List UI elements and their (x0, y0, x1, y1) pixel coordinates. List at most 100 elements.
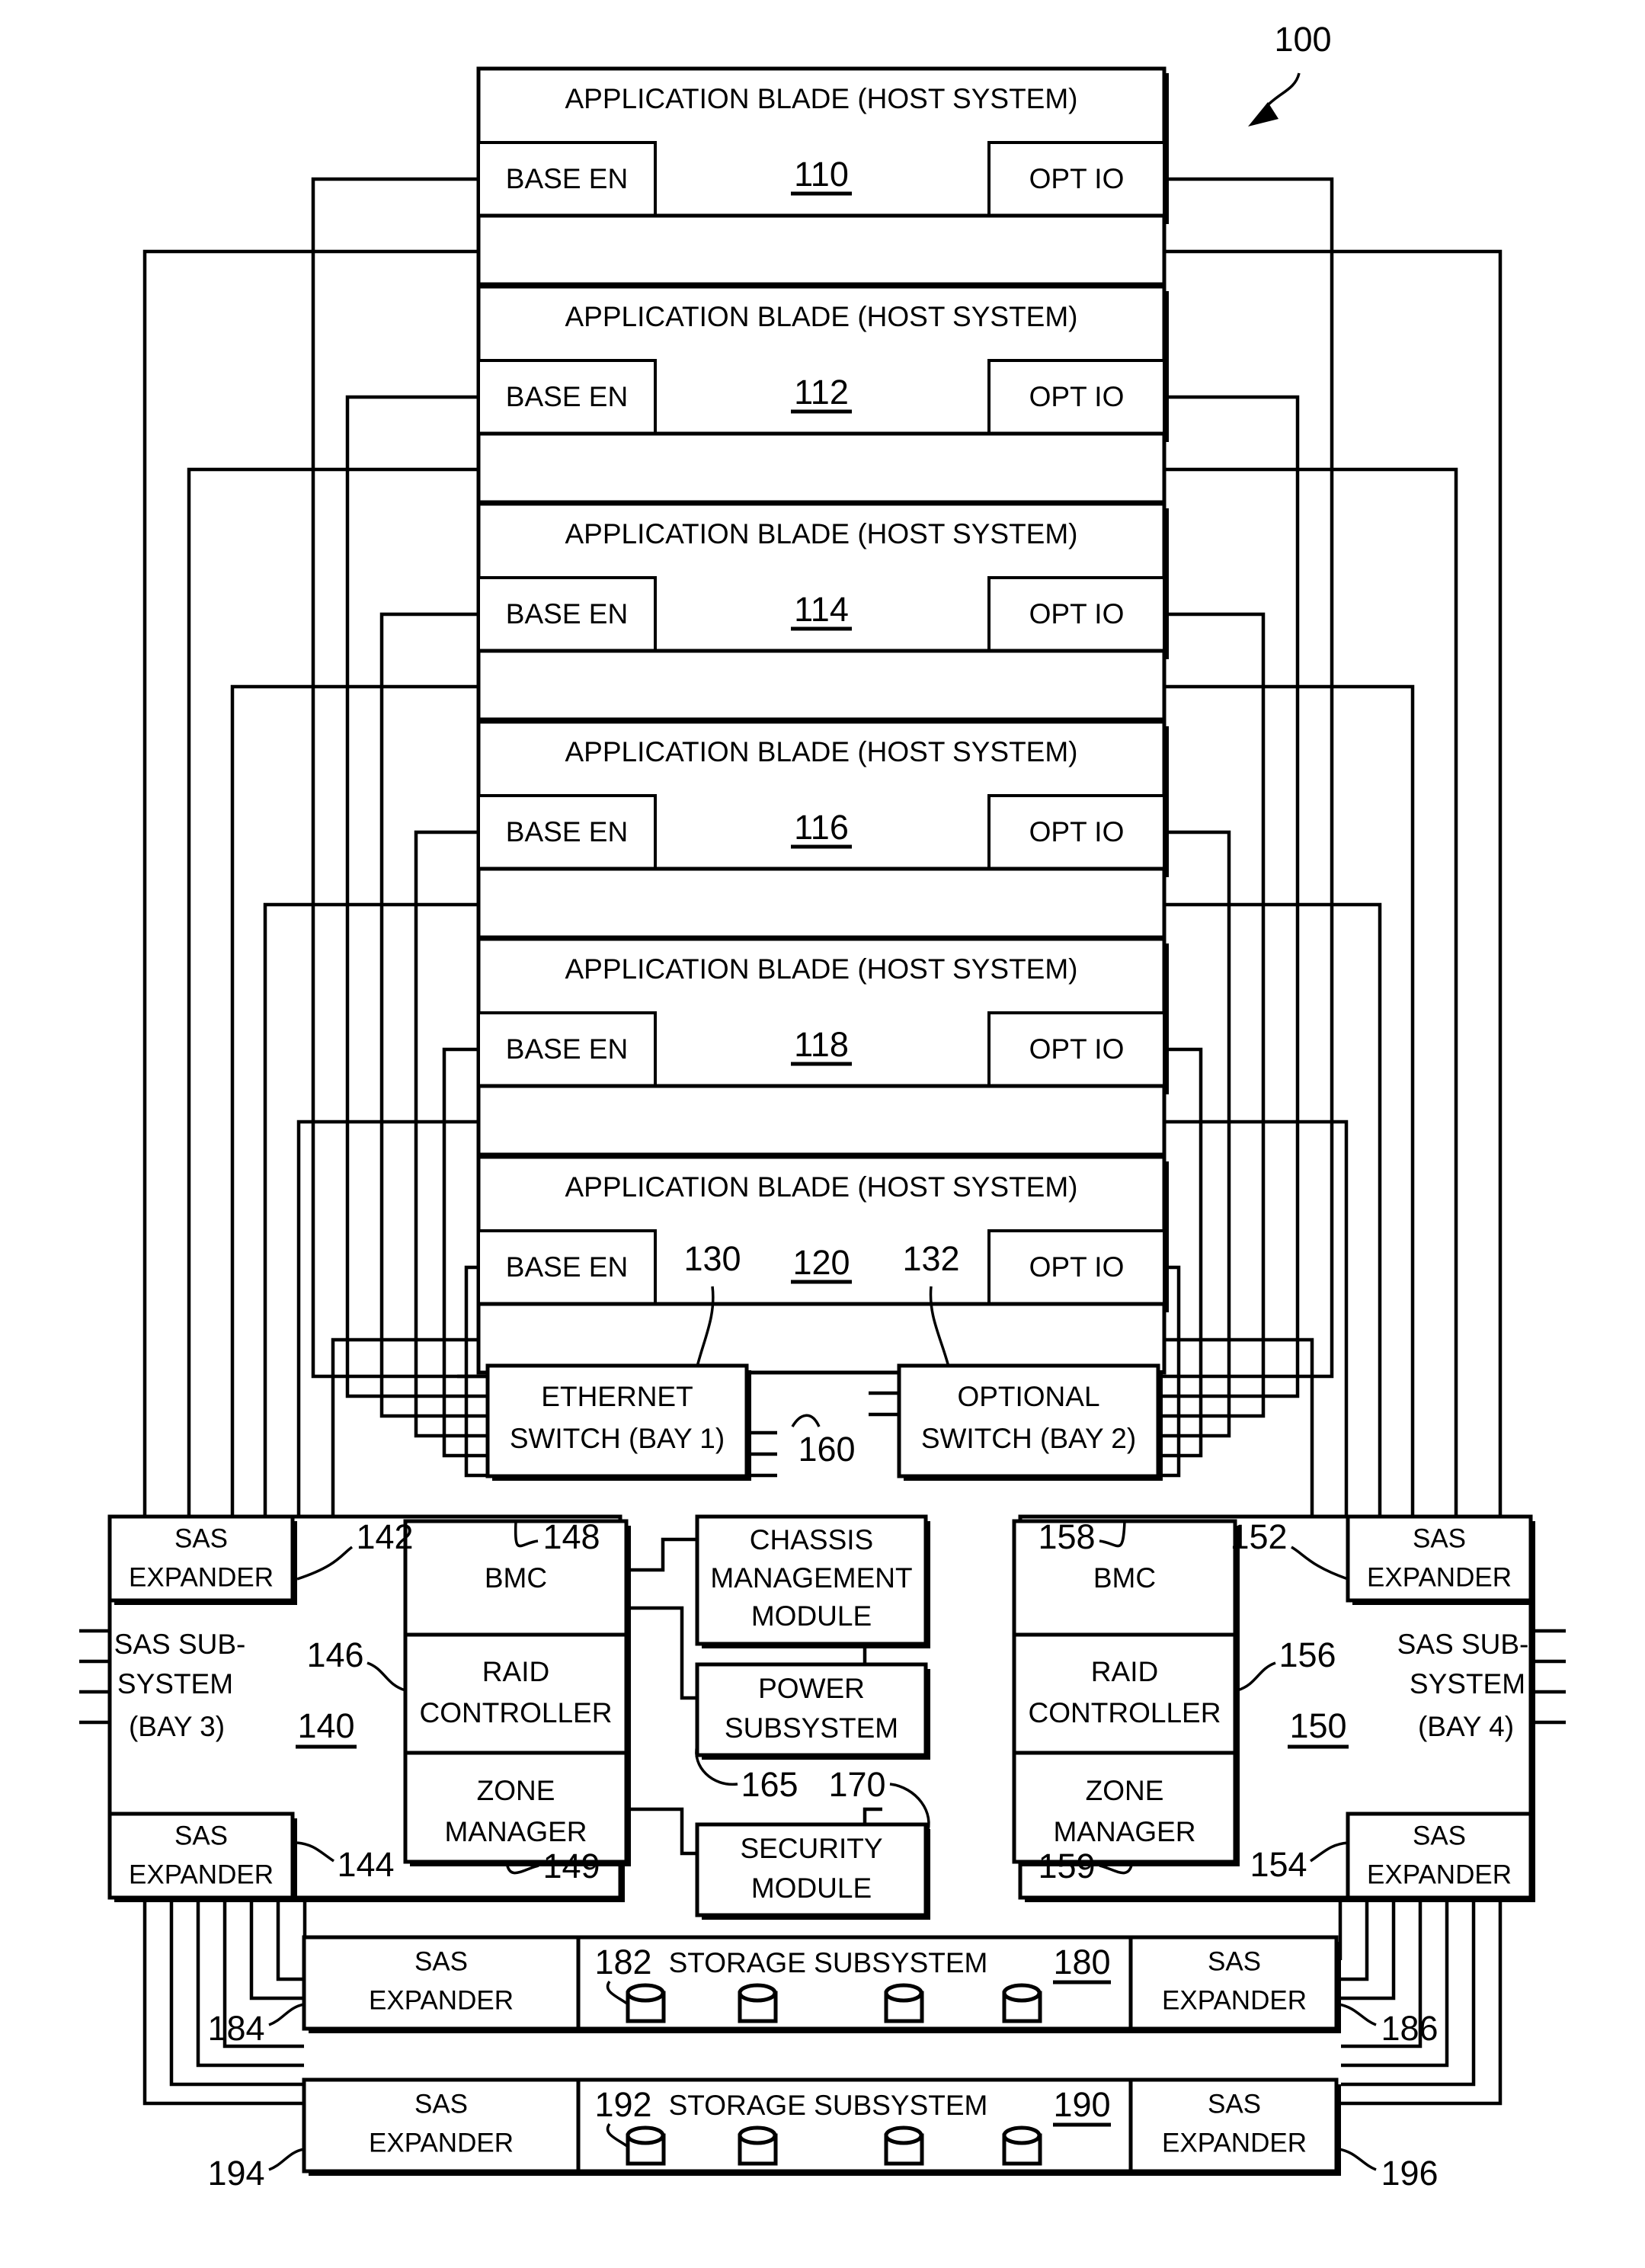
disk-icon (884, 2125, 924, 2166)
chassis-label-3: MODULE (751, 1600, 872, 1632)
chassis-management-module-box[interactable]: CHASSIS MANAGEMENT MODULE (695, 1514, 930, 1648)
blade-opt-io-port[interactable]: OPT IO (1029, 1033, 1125, 1065)
power-label-2: SUBSYSTEM (725, 1712, 898, 1744)
power-subsystem-box[interactable]: POWER SUBSYSTEM (695, 1662, 930, 1760)
blade-opt-io-port[interactable]: OPT IO (1029, 381, 1125, 412)
figure-ref-numeral: 100 (1274, 20, 1331, 59)
raid-label-1: RAID (1091, 1656, 1158, 1687)
blade-title: APPLICATION BLADE (HOST SYSTEM) (565, 736, 1078, 767)
ref-146: 146 (306, 1635, 363, 1674)
storage-expander-left-2: EXPANDER (369, 2128, 514, 2157)
sas-subsystem-ref: 140 (297, 1706, 354, 1745)
storage-disk-ref: 192 (594, 2085, 651, 2124)
ref-196: 196 (1381, 2154, 1438, 2193)
blade-row[interactable]: APPLICATION BLADE (HOST SYSTEM) BASE EN … (476, 501, 1169, 722)
raid-label-2: CONTROLLER (420, 1697, 613, 1728)
zone-label-2: MANAGER (1053, 1816, 1195, 1847)
blade-ref-numeral: 114 (794, 590, 849, 629)
chassis-label-1: CHASSIS (750, 1524, 873, 1555)
blade-opt-io-port[interactable]: OPT IO (1029, 163, 1125, 194)
figure-ref-100: 100 (1248, 20, 1332, 127)
blade-base-en-port[interactable]: BASE EN (506, 1033, 628, 1065)
blade-opt-io-port[interactable]: OPT IO (1029, 598, 1125, 629)
expander-label-2: EXPANDER (129, 1562, 274, 1592)
optional-switch-label-2: SWITCH (BAY 2) (921, 1423, 1136, 1454)
switch-ref-numeral: 160 (798, 1430, 855, 1469)
blade-ref-numeral: 120 (792, 1243, 850, 1282)
blade-base-en-port[interactable]: BASE EN (506, 598, 628, 629)
storage-expander-right-2: EXPANDER (1162, 1985, 1307, 2015)
storage-subsystem-row[interactable]: SAS EXPANDER SAS EXPANDER STORAGE SUBSYS… (207, 1935, 1439, 2048)
storage-expander-right-1: SAS (1208, 1946, 1261, 1976)
power-label-1: POWER (758, 1673, 865, 1704)
blade-row[interactable]: APPLICATION BLADE (HOST SYSTEM) BASE EN … (476, 1155, 1169, 1376)
blade-title: APPLICATION BLADE (HOST SYSTEM) (565, 953, 1078, 985)
optional-switch-label-1: OPTIONAL (957, 1381, 1099, 1412)
blade-base-en-port[interactable]: BASE EN (506, 381, 628, 412)
blade-ref-numeral: 112 (794, 373, 849, 412)
optional-switch-box[interactable]: OPTIONAL SWITCH (BAY 2) (897, 1363, 1163, 1481)
sas-subsystem-label-2: SYSTEM (1410, 1668, 1525, 1699)
expander-label-1: SAS (1413, 1821, 1466, 1850)
ref-184: 184 (207, 2009, 264, 2048)
ref-186: 186 (1381, 2009, 1438, 2048)
ref-158: 158 (1038, 1517, 1095, 1556)
ref-159: 159 (1038, 1847, 1095, 1885)
storage-expander-left-1: SAS (414, 2089, 468, 2119)
sas-subsystem-label-3: (BAY 4) (1418, 1711, 1514, 1742)
blade-base-en-port[interactable]: BASE EN (506, 816, 628, 847)
disk-icon (1002, 2125, 1042, 2166)
patent-figure-page: APPLICATION BLADE (HOST SYSTEM) BASE EN … (0, 0, 1645, 2268)
disk-icon (738, 2125, 778, 2166)
storage-subsystem-row[interactable]: SAS EXPANDER SAS EXPANDER STORAGE SUBSYS… (207, 2077, 1439, 2193)
storage-expander-left-1: SAS (414, 1946, 468, 1976)
security-module-box[interactable]: SECURITY MODULE (695, 1822, 930, 1920)
security-label-1: SECURITY (740, 1833, 882, 1864)
ethernet-switch-label-2: SWITCH (BAY 1) (510, 1423, 725, 1454)
lead-ref-132: 132 (902, 1239, 959, 1278)
power-ref-numeral: 165 (741, 1765, 798, 1804)
storage-ref: 190 (1053, 2085, 1110, 2124)
blade-row[interactable]: APPLICATION BLADE (HOST SYSTEM) BASE EN … (476, 937, 1169, 1157)
ref-144: 144 (337, 1845, 394, 1884)
storage-expander-right-1: SAS (1208, 2089, 1261, 2119)
disk-icon (738, 1983, 778, 2023)
system-block-diagram: APPLICATION BLADE (HOST SYSTEM) BASE EN … (79, 20, 1566, 2193)
ref-156: 156 (1279, 1635, 1336, 1674)
blade-title: APPLICATION BLADE (HOST SYSTEM) (565, 83, 1078, 114)
expander-label-1: SAS (1413, 1523, 1466, 1553)
security-label-2: MODULE (751, 1872, 872, 1904)
blade-base-en-port[interactable]: BASE EN (506, 1251, 628, 1283)
disk-icon (626, 1983, 666, 2023)
zone-label-1: ZONE (1086, 1775, 1164, 1806)
zone-label-1: ZONE (477, 1775, 555, 1806)
sas-subsystem-label-1: SAS SUB- (1397, 1629, 1529, 1660)
blade-base-en-port[interactable]: BASE EN (506, 163, 628, 194)
disk-icon (884, 1983, 924, 2023)
storage-expander-left-2: EXPANDER (369, 1985, 514, 2015)
storage-expander-right-2: EXPANDER (1162, 2128, 1307, 2157)
zone-label-2: MANAGER (444, 1816, 587, 1847)
storage-title: STORAGE SUBSYSTEM (669, 2090, 988, 2121)
blade-row[interactable]: APPLICATION BLADE (HOST SYSTEM) BASE EN … (476, 66, 1169, 287)
sas-subsystem-ref: 150 (1289, 1706, 1346, 1745)
disk-icon (626, 2125, 666, 2166)
ref-148: 148 (542, 1517, 600, 1556)
sas-subsystem-bay3[interactable]: SAS EXPANDER SAS EXPANDER SAS SUB- SYSTE… (107, 1514, 631, 1902)
sas-subsystem-label-2: SYSTEM (117, 1668, 233, 1699)
expander-label-1: SAS (174, 1821, 228, 1850)
blade-row[interactable]: APPLICATION BLADE (HOST SYSTEM) BASE EN … (476, 719, 1169, 940)
security-ref-numeral: 170 (828, 1765, 885, 1804)
storage-title: STORAGE SUBSYSTEM (669, 1947, 988, 1978)
ethernet-switch-box[interactable]: ETHERNET SWITCH (BAY 1) (485, 1363, 751, 1481)
ref-152: 152 (1230, 1517, 1287, 1556)
blade-row[interactable]: APPLICATION BLADE (HOST SYSTEM) BASE EN … (476, 284, 1169, 505)
blade-opt-io-port[interactable]: OPT IO (1029, 1251, 1125, 1283)
bmc-label: BMC (485, 1562, 547, 1594)
blade-opt-io-port[interactable]: OPT IO (1029, 816, 1125, 847)
sas-subsystem-bay4[interactable]: SAS EXPANDER SAS EXPANDER SAS SUB- SYSTE… (1012, 1514, 1535, 1902)
blade-title: APPLICATION BLADE (HOST SYSTEM) (565, 301, 1078, 332)
sas-subsystem-label-1: SAS SUB- (114, 1629, 246, 1660)
blade-ref-numeral: 110 (794, 155, 849, 194)
ethernet-switch-label-1: ETHERNET (541, 1381, 693, 1412)
